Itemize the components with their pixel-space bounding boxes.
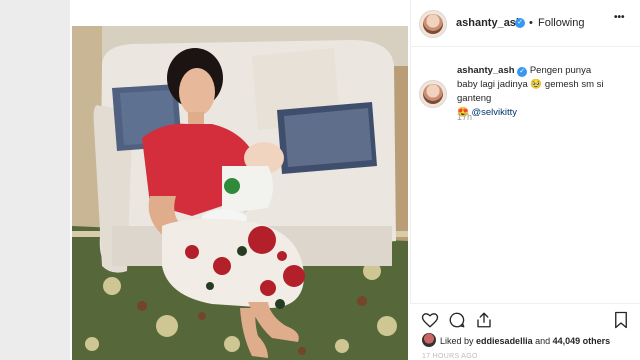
post-photo[interactable] — [72, 26, 408, 360]
comment-icon[interactable] — [448, 311, 466, 329]
caption-timestamp[interactable]: 17h — [457, 112, 472, 122]
more-options-icon[interactable]: ••• — [614, 12, 625, 23]
liker-username[interactable]: eddiesadellia — [476, 336, 533, 346]
caption-author-avatar[interactable] — [419, 80, 447, 108]
heart-icon[interactable] — [421, 311, 439, 329]
author-avatar[interactable] — [419, 10, 447, 38]
liker-avatar[interactable] — [422, 333, 436, 347]
caption-username[interactable]: ashanty_ash — [457, 65, 515, 76]
post-actions-bar — [410, 303, 640, 360]
following-button[interactable]: Following — [538, 17, 584, 29]
likes-count[interactable]: 44,049 others — [553, 336, 611, 346]
likes-and: and — [535, 336, 551, 346]
caption-verified-badge-icon: ✓ — [517, 67, 528, 77]
likes-prefix: Liked by — [440, 336, 474, 346]
instagram-post-modal: ashanty_ash ✓ • Following ••• ashanty_as… — [0, 0, 640, 360]
dot-separator: • — [529, 17, 533, 29]
likes-summary: Liked by eddiesadellia and 44,049 others — [440, 336, 610, 346]
post-photo-illustration — [72, 26, 408, 360]
share-icon[interactable] — [475, 311, 493, 329]
post-age[interactable]: 17 HOURS AGO — [422, 353, 478, 360]
author-username[interactable]: ashanty_ash — [456, 17, 523, 29]
emoji-icon: 🥹 — [530, 79, 543, 90]
verified-badge-icon: ✓ — [515, 18, 525, 28]
photo-container — [70, 0, 410, 360]
bookmark-icon[interactable] — [612, 311, 630, 329]
mention-link[interactable]: @selvikitty — [471, 107, 517, 118]
caption: ashanty_ash ✓ Pengen punya baby lagi jad… — [457, 64, 607, 120]
